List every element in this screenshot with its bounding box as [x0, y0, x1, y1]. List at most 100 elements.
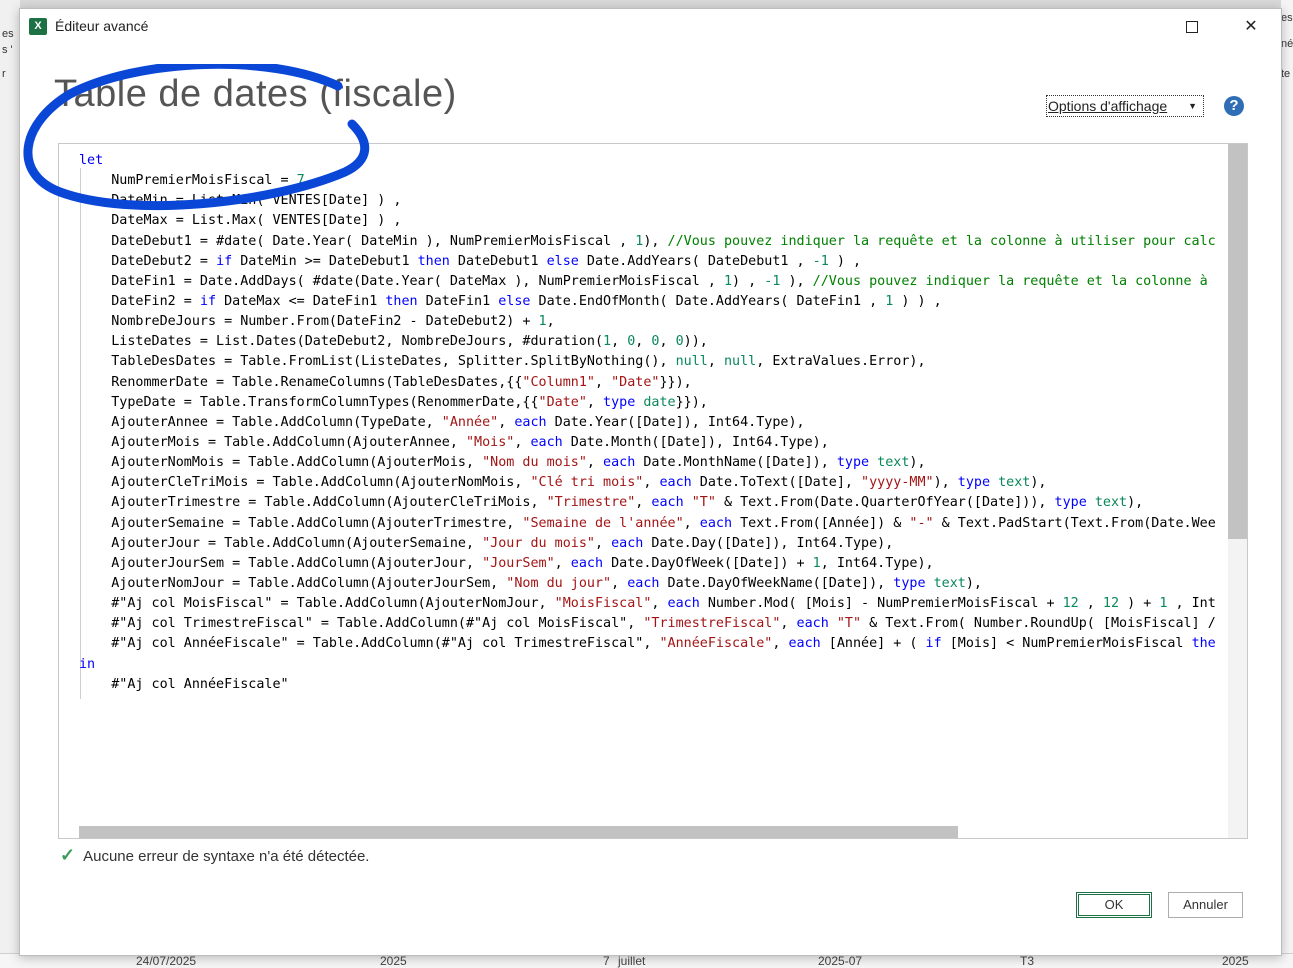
- code-token: "Année": [441, 414, 499, 430]
- code-token: 1: [603, 334, 612, 350]
- code-token: ,: [635, 334, 652, 350]
- code-token: ,: [659, 334, 676, 350]
- code-token: DateFin2 =: [79, 293, 200, 309]
- code-token: 1: [538, 314, 547, 330]
- code-token: ),: [1030, 475, 1047, 491]
- code-line[interactable]: #"Aj col TrimestreFiscal" = Table.AddCol…: [79, 614, 1216, 634]
- code-token: ,: [635, 495, 652, 511]
- bg-cell: T3: [1020, 954, 1035, 968]
- bg-text: es: [2, 28, 14, 40]
- code-token: #"Aj col AnnéeFiscale" = Table.AddColumn…: [79, 636, 660, 652]
- code-token: -1: [812, 253, 829, 269]
- bg-text: te: [1281, 68, 1291, 80]
- bg-cell: 7: [603, 954, 610, 968]
- code-token: AjouterJour = Table.AddColumn(AjouterSem…: [79, 535, 483, 551]
- ok-button[interactable]: OK: [1076, 892, 1152, 918]
- code-token: else: [546, 253, 579, 269]
- horizontal-scrollbar-thumb[interactable]: [79, 826, 958, 838]
- code-token: [Année] + (: [820, 636, 926, 652]
- bg-text: r: [2, 68, 6, 80]
- code-token: "Nom du mois": [482, 455, 587, 471]
- code-token: text: [1094, 495, 1128, 511]
- code-token: "Jour du mois": [482, 535, 595, 551]
- code-token: "T": [836, 616, 862, 632]
- code-token: "Date": [611, 374, 660, 390]
- vertical-scrollbar-thumb[interactable]: [1228, 144, 1247, 539]
- code-token: Number.Mod( [Mois] - NumPremierMoisFisca…: [699, 596, 1063, 612]
- code-token: type: [603, 394, 636, 410]
- code-token: AjouterSemaine = Table.AddColumn(Ajouter…: [79, 515, 523, 531]
- cancel-button[interactable]: Annuler: [1168, 892, 1243, 918]
- code-token: [Mois] < NumPremierMoisFiscal: [941, 636, 1192, 652]
- code-line[interactable]: DateMin = List.Min( VENTES[Date] ) ,: [79, 191, 1216, 211]
- excel-icon: X: [29, 18, 47, 35]
- code-token: type: [836, 455, 870, 471]
- code-token: //Vous pouvez indiquer la requête et la …: [667, 233, 1216, 249]
- code-line[interactable]: AjouterAnnee = Table.AddColumn(TypeDate,…: [79, 413, 1216, 433]
- code-line[interactable]: ListeDates = List.Dates(DateDebut2, Nomb…: [79, 332, 1216, 352]
- code-line[interactable]: AjouterNomMois = Table.AddColumn(Ajouter…: [79, 453, 1216, 473]
- code-token: 1: [812, 555, 821, 571]
- code-line[interactable]: DateDebut1 = #date( Date.Year( DateMin )…: [79, 232, 1216, 252]
- code-token: ),: [965, 575, 982, 591]
- code-token: "Mois": [465, 434, 515, 450]
- code-token: Date.DayOfWeek([Date]) +: [603, 555, 813, 571]
- code-token: each: [659, 475, 692, 491]
- code-line[interactable]: AjouterJour = Table.AddColumn(AjouterSem…: [79, 534, 1216, 554]
- code-line[interactable]: AjouterNomJour = Table.AddColumn(Ajouter…: [79, 574, 1216, 594]
- code-token: Date.DayOfWeekName([Date]),: [659, 575, 894, 591]
- code-token: each: [667, 596, 700, 612]
- display-options-dropdown[interactable]: Options d'affichage ▼: [1046, 95, 1204, 117]
- code-line[interactable]: AjouterJourSem = Table.AddColumn(Ajouter…: [79, 554, 1216, 574]
- maximize-button[interactable]: [1169, 13, 1215, 41]
- code-token: if: [925, 636, 942, 652]
- code-text[interactable]: let NumPremierMoisFiscal = 7 , DateMin =…: [79, 151, 1216, 695]
- code-line[interactable]: let: [79, 151, 1216, 171]
- code-line[interactable]: NumPremierMoisFiscal = 7 ,: [79, 171, 1216, 191]
- code-token: ) ) ,: [893, 293, 942, 309]
- code-token: "Clé tri mois": [530, 475, 644, 491]
- code-line[interactable]: DateFin2 = if DateMax <= DateFin1 then D…: [79, 292, 1216, 312]
- code-line[interactable]: DateDebut2 = if DateMin >= DateDebut1 th…: [79, 252, 1216, 272]
- code-line[interactable]: TableDesDates = Table.FromList(ListeDate…: [79, 352, 1216, 372]
- code-token: ,: [514, 434, 531, 450]
- close-button[interactable]: ✕: [1228, 13, 1274, 41]
- code-token: else: [498, 293, 531, 309]
- maximize-icon: [1186, 20, 1198, 33]
- help-icon[interactable]: ?: [1224, 96, 1244, 116]
- code-token: RenommerDate = Table.RenameColumns(Table…: [79, 374, 523, 390]
- window-title: Éditeur avancé: [55, 18, 149, 34]
- code-token: each: [627, 575, 660, 591]
- code-token: type: [957, 475, 991, 491]
- code-line[interactable]: TypeDate = Table.TransformColumnTypes(Re…: [79, 393, 1216, 413]
- code-line[interactable]: DateFin1 = Date.AddDays( #date(Date.Year…: [79, 272, 1216, 292]
- code-token: #"Aj col AnnéeFiscale": [79, 676, 289, 692]
- code-line[interactable]: in: [79, 655, 1216, 675]
- code-line[interactable]: NombreDeJours = Number.From(DateFin2 - D…: [79, 312, 1216, 332]
- code-line[interactable]: DateMax = List.Max( VENTES[Date] ) ,: [79, 211, 1216, 231]
- code-line[interactable]: AjouterTrimestre = Table.AddColumn(Ajout…: [79, 493, 1216, 513]
- code-token: ,: [304, 173, 321, 189]
- display-options-label: Options d'affichage: [1048, 98, 1168, 114]
- code-token: )),: [683, 334, 708, 350]
- code-line[interactable]: AjouterCleTriMois = Table.AddColumn(Ajou…: [79, 473, 1216, 493]
- code-token: DateDebut1: [449, 253, 547, 269]
- code-token: ),: [933, 475, 958, 491]
- code-line[interactable]: #"Aj col AnnéeFiscale" = Table.AddColumn…: [79, 634, 1216, 654]
- code-token: "AnnéeFiscale": [659, 636, 773, 652]
- code-line[interactable]: AjouterSemaine = Table.AddColumn(Ajouter…: [79, 514, 1216, 534]
- code-token: DateMax <= DateFin1: [216, 293, 386, 309]
- code-token: Date.Day([Date]), Int64.Type),: [643, 535, 894, 551]
- code-line[interactable]: #"Aj col MoisFiscal" = Table.AddColumn(A…: [79, 594, 1216, 614]
- code-line[interactable]: RenommerDate = Table.RenameColumns(Table…: [79, 373, 1216, 393]
- bg-text: es: [1281, 12, 1293, 24]
- code-token: ,: [586, 455, 604, 471]
- code-token: DateFin1: [417, 293, 499, 309]
- code-line[interactable]: #"Aj col AnnéeFiscale": [79, 675, 1216, 695]
- code-editor[interactable]: let NumPremierMoisFiscal = 7 , DateMin =…: [58, 143, 1248, 839]
- code-token: ,: [498, 414, 515, 430]
- code-line[interactable]: AjouterMois = Table.AddColumn(AjouterAnn…: [79, 433, 1216, 453]
- code-token: each: [530, 434, 563, 450]
